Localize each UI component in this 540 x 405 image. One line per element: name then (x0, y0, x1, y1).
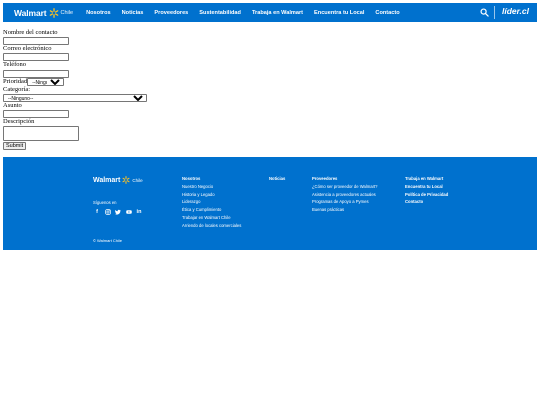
footer-column-trabaja: Trabaja en Walmart Encuentra tu Local Po… (405, 175, 448, 206)
footer-link-etica-cumplimiento[interactable]: Ética y Cumplimiento (182, 206, 241, 214)
category-label: Categoría: (3, 85, 31, 93)
priority-select[interactable]: --Ninguno-- (27, 77, 65, 86)
contact-name-label: Nombre del contacto (3, 29, 58, 36)
footer-link-arriendo-locales[interactable]: Arriendo de locales comerciales (182, 222, 241, 230)
walmart-chile-logo[interactable]: Walmart Chile (14, 8, 73, 18)
footer-link-nuestro-negocio[interactable]: Nuestro Negocio (182, 183, 241, 191)
footer-walmart-spark-icon (122, 176, 130, 184)
twitter-icon[interactable] (115, 209, 121, 215)
email-label: Correo electrónico (3, 45, 52, 53)
contact-form: Nombre del contacto Correo electrónico T… (3, 29, 147, 151)
footer-link-asistencia-proveedores[interactable]: Asistencia a proveedores actuales (312, 191, 377, 199)
subject-label: Asunto (3, 102, 22, 110)
footer-link-historia-legado[interactable]: Historia y Legado (182, 191, 241, 199)
top-navigation-bar: Walmart Chile Nosotros Noticias Proveedo… (3, 3, 537, 22)
nav-trabaja-en-walmart[interactable]: Trabaja en Walmart (252, 10, 303, 16)
youtube-icon[interactable] (125, 209, 132, 215)
social-links: f in (94, 209, 147, 215)
phone-input[interactable] (3, 69, 69, 78)
brand-name: Walmart (14, 7, 47, 18)
nav-encuentra-tu-local[interactable]: Encuentra tu Local (314, 10, 364, 16)
contact-name-input[interactable] (3, 37, 69, 46)
follow-us-label: Síguenos en (93, 200, 117, 205)
footer-copyright: © Walmart Chile (93, 238, 123, 243)
facebook-icon[interactable]: f (94, 209, 100, 215)
search-icon[interactable] (480, 8, 489, 17)
footer-column-proveedores: Proveedores ¿Cómo ser proveedor de Walma… (312, 175, 377, 214)
instagram-icon[interactable] (104, 209, 111, 215)
footer-brand-name: Walmart (93, 176, 121, 184)
submit-button[interactable]: Submit (3, 142, 27, 151)
nav-contacto[interactable]: Contacto (375, 10, 399, 16)
footer-link-encuentra-tu-local[interactable]: Encuentra tu Local (405, 183, 448, 191)
site-footer: Walmart Chile Síguenos en f in © Walmart… (3, 157, 537, 250)
footer-walmart-chile-logo[interactable]: Walmart Chile (93, 176, 143, 184)
nav-proveedores[interactable]: Proveedores (154, 10, 188, 16)
footer-link-contacto[interactable]: Contacto (405, 198, 448, 206)
footer-link-liderazgo[interactable]: Liderazgo (182, 198, 241, 206)
phone-label: Teléfono (3, 61, 27, 69)
footer-link-como-ser-proveedor[interactable]: ¿Cómo ser proveedor de Walmart? (312, 183, 377, 191)
brand-region: Chile (60, 9, 74, 16)
walmart-spark-icon (49, 7, 58, 18)
footer-column-noticias: Noticias (269, 175, 285, 183)
header-divider (494, 6, 495, 19)
footer-heading-proveedores[interactable]: Proveedores (312, 175, 377, 183)
footer-link-trabajar-walmart-chile[interactable]: Trabajar en Walmart Chile (182, 214, 241, 222)
email-input[interactable] (3, 53, 69, 62)
description-textarea[interactable] (3, 126, 79, 142)
nav-noticias[interactable]: Noticias (122, 10, 144, 16)
priority-label: Prioridad (3, 77, 28, 85)
footer-link-programas-pymes[interactable]: Programas de Apoyo a Pymes (312, 198, 377, 206)
footer-heading-trabaja-en-walmart[interactable]: Trabaja en Walmart (405, 175, 448, 183)
category-select[interactable]: --Ninguno-- (3, 94, 147, 103)
footer-link-politica-privacidad[interactable]: Política de Privacidad (405, 191, 448, 199)
footer-heading-nosotros[interactable]: Nosotros (182, 175, 241, 183)
description-label: Descripción (3, 118, 35, 126)
linkedin-icon[interactable]: in (136, 209, 142, 215)
footer-link-buenas-practicas[interactable]: Buenas prácticas (312, 206, 377, 214)
lider-cl-logo[interactable]: líder.cl (502, 6, 529, 16)
footer-brand-region: Chile (132, 177, 143, 183)
main-nav: Nosotros Noticias Proveedores Sustentabi… (86, 10, 411, 16)
footer-column-nosotros: Nosotros Nuestro Negocio Historia y Lega… (182, 175, 241, 230)
nav-nosotros[interactable]: Nosotros (86, 10, 111, 16)
footer-heading-noticias[interactable]: Noticias (269, 175, 285, 183)
nav-sustentabilidad[interactable]: Sustentabilidad (199, 10, 241, 16)
priority-row: Prioridad --Ninguno-- (3, 78, 147, 86)
subject-input[interactable] (3, 110, 69, 119)
